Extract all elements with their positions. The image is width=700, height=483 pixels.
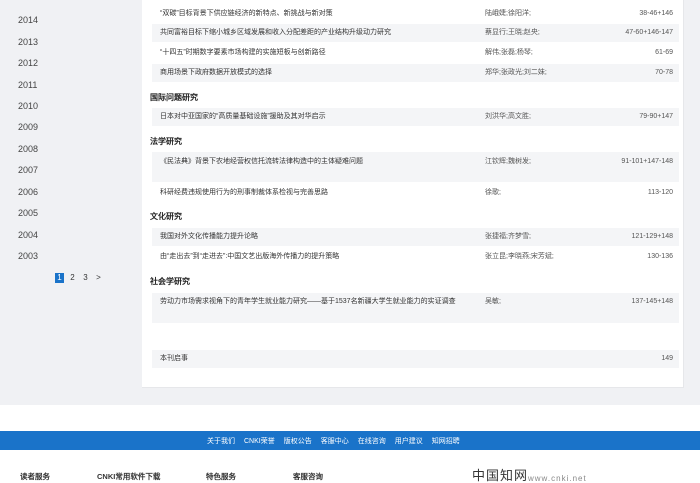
article-authors[interactable]: 解伟;张磊;杨琴; xyxy=(485,47,533,58)
article-title-link[interactable]: 共同富裕目标下缩小城乡区域发展和收入分配差距的产业结构升级动力研究 xyxy=(160,27,450,38)
article-pages: 130-136 xyxy=(647,253,673,260)
article-authors[interactable]: 张捷福;齐梦雪; xyxy=(485,231,531,242)
article-pages: 38-46+146 xyxy=(639,10,673,17)
article-title-link[interactable]: “十四五”时期数字要素市场构建的实施短板与创新路径 xyxy=(160,47,450,58)
footer-link-jobs[interactable]: 知网招聘 xyxy=(432,436,460,446)
section-heading-culture: 文化研究 xyxy=(150,212,182,221)
year-pager: 1 2 3 > xyxy=(55,273,103,283)
article-title-link[interactable]: 《民法典》背景下农地经营权信托流转法律构造中的主体疑难问题 xyxy=(160,156,450,167)
article-list-panel: “双碳”目标背景下供应链经济的新特点、新挑战与新对策 陆峨婕;徐阳洋; 38-4… xyxy=(142,0,684,388)
year-link[interactable]: 2014 xyxy=(18,15,38,25)
article-row: 科研经费违规使用行为的刑事制裁体系检视与完善思路 徐歌; 113-120 xyxy=(152,185,679,201)
article-pages: 121-129+148 xyxy=(631,233,673,240)
article-row: 共同富裕目标下缩小城乡区域发展和收入分配差距的产业结构升级动力研究 蔡显行;王晓… xyxy=(152,24,679,42)
page-next-link[interactable]: > xyxy=(94,273,103,283)
article-authors[interactable]: 吴敏; xyxy=(485,296,501,307)
footer-link-support[interactable]: 客服中心 xyxy=(321,436,349,446)
section-heading-law: 法学研究 xyxy=(150,137,182,146)
cnki-logo-url: www.cnki.net xyxy=(528,474,587,483)
article-row: 本刊启事 149 xyxy=(152,350,679,368)
footer-link-about[interactable]: 关于我们 xyxy=(207,436,235,446)
year-link[interactable]: 2007 xyxy=(18,165,38,175)
footer-col-features: 特色服务 xyxy=(206,472,236,481)
article-authors[interactable]: 陆峨婕;徐阳洋; xyxy=(485,8,531,19)
page-link-3[interactable]: 3 xyxy=(81,273,90,283)
article-authors[interactable]: 郑华;张政光;刘二妹; xyxy=(485,67,547,78)
article-authors[interactable]: 刘洪华;高文胜; xyxy=(485,111,531,122)
article-title-link[interactable]: 由“走出去”到“走进去”:中国文艺出版海外传播力的提升策略 xyxy=(160,251,450,262)
article-row: 《民法典》背景下农地经营权信托流转法律构造中的主体疑难问题 江钦辉;魏树发; 9… xyxy=(152,152,679,182)
footer-col-reader-services: 读者服务 xyxy=(20,472,50,481)
article-authors[interactable]: 张立昆;李晓燕;宋芳斌; xyxy=(485,251,554,262)
article-row: “双碳”目标背景下供应链经济的新特点、新挑战与新对策 陆峨婕;徐阳洋; 38-4… xyxy=(152,7,679,21)
footer-nav-links: 关于我们 CNKI荣誉 版权公告 客服中心 在线咨询 用户建议 知网招聘 xyxy=(207,436,460,446)
article-authors[interactable]: 江钦辉;魏树发; xyxy=(485,156,531,167)
section-heading-social: 社会学研究 xyxy=(150,277,190,286)
year-link[interactable]: 2005 xyxy=(18,208,38,218)
footer-link-honors[interactable]: CNKI荣誉 xyxy=(244,436,275,446)
article-authors[interactable]: 徐歌; xyxy=(485,187,501,198)
cnki-logo[interactable]: 中国知网 xyxy=(472,465,528,483)
article-title-link[interactable]: 日本对中亚国家的“高质量基础设施”援助及其对华启示 xyxy=(160,111,450,122)
article-pages: 137-145+148 xyxy=(631,298,673,305)
footer-link-copyright[interactable]: 版权公告 xyxy=(284,436,312,446)
article-row: 由“走出去”到“走进去”:中国文艺出版海外传播力的提升策略 张立昆;李晓燕;宋芳… xyxy=(152,249,679,265)
article-pages: 149 xyxy=(661,355,673,362)
footer-spacer xyxy=(0,405,700,431)
article-title-link[interactable]: 本刊启事 xyxy=(160,353,450,364)
footer-link-feedback[interactable]: 用户建议 xyxy=(395,436,423,446)
year-link[interactable]: 2013 xyxy=(18,37,38,47)
year-link[interactable]: 2006 xyxy=(18,187,38,197)
year-sidebar: 2014 2013 2012 2011 2010 2009 2008 2007 … xyxy=(0,0,138,405)
article-row: 劳动力市场需求视角下的青年学生就业能力研究——基于1537名新疆大学生就业能力的… xyxy=(152,293,679,323)
article-title-link[interactable]: 科研经费违规使用行为的刑事制裁体系检视与完善思路 xyxy=(160,187,450,198)
article-authors[interactable]: 蔡显行;王晓;赵央; xyxy=(485,27,540,38)
article-row: 日本对中亚国家的“高质量基础设施”援助及其对华启示 刘洪华;高文胜; 79-90… xyxy=(152,108,679,126)
article-title-link[interactable]: 我国对外文化传播能力提升论略 xyxy=(160,231,450,242)
article-pages: 61-69 xyxy=(655,49,673,56)
footer-col-support: 客服咨询 xyxy=(293,472,323,481)
article-title-link[interactable]: 劳动力市场需求视角下的青年学生就业能力研究——基于1537名新疆大学生就业能力的… xyxy=(160,296,460,307)
article-pages: 79-90+147 xyxy=(639,113,673,120)
article-title-link[interactable]: 商用场景下政府数据开放模式的选择 xyxy=(160,67,450,78)
year-link[interactable]: 2009 xyxy=(18,122,38,132)
article-row: 我国对外文化传播能力提升论略 张捷福;齐梦雪; 121-129+148 xyxy=(152,228,679,246)
footer-col-software: CNKI常用软件下载 xyxy=(97,472,161,481)
year-link[interactable]: 2012 xyxy=(18,58,38,68)
article-pages: 113-120 xyxy=(647,189,673,196)
year-link[interactable]: 2011 xyxy=(18,80,37,90)
year-link[interactable]: 2008 xyxy=(18,144,38,154)
section-heading-intl: 国际问题研究 xyxy=(150,93,198,102)
article-row: 商用场景下政府数据开放模式的选择 郑华;张政光;刘二妹; 70-78 xyxy=(152,64,679,82)
article-row: “十四五”时期数字要素市场构建的实施短板与创新路径 解伟;张磊;杨琴; 61-6… xyxy=(152,45,679,61)
article-pages: 91-101+147-148 xyxy=(621,158,673,165)
year-link[interactable]: 2010 xyxy=(18,101,38,111)
page-link-1[interactable]: 1 xyxy=(55,273,64,283)
article-pages: 70-78 xyxy=(655,69,673,76)
article-title-link[interactable]: “双碳”目标背景下供应链经济的新特点、新挑战与新对策 xyxy=(160,8,450,19)
year-link[interactable]: 2003 xyxy=(18,251,38,261)
article-pages: 47-60+146-147 xyxy=(625,29,673,36)
footer-link-chat[interactable]: 在线咨询 xyxy=(358,436,386,446)
year-link[interactable]: 2004 xyxy=(18,230,38,240)
page-link-2[interactable]: 2 xyxy=(68,273,77,283)
